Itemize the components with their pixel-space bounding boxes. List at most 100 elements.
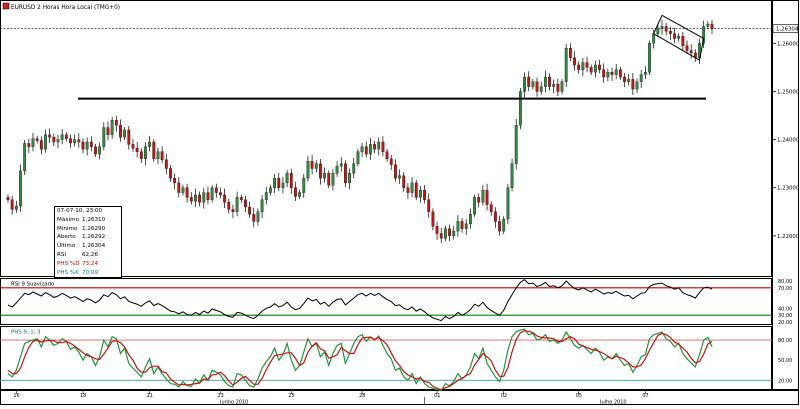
- candle-body: [52, 137, 56, 143]
- candle-body: [344, 163, 347, 184]
- info-row-open: Aberto 1,26292: [57, 234, 106, 241]
- candle-body: [627, 79, 631, 82]
- candle-body: [198, 194, 202, 203]
- candle-body: [123, 129, 127, 138]
- candle-body: [85, 141, 89, 150]
- candle-body: [260, 199, 264, 212]
- price-tick-label: 1,25000: [777, 89, 800, 95]
- candle-body: [681, 35, 685, 46]
- candle-body: [6, 197, 10, 200]
- candle-body: [364, 146, 368, 155]
- candle-body: [419, 189, 422, 198]
- candle-body: [73, 139, 77, 144]
- month-label: Julho 2010: [599, 400, 627, 406]
- candle-body: [244, 199, 247, 208]
- candle-body: [177, 182, 181, 193]
- candle-body: [502, 218, 506, 232]
- candle-body: [289, 173, 293, 188]
- candle-body: [527, 76, 531, 87]
- flag-icon: [2, 2, 10, 10]
- candle-body: [460, 221, 464, 229]
- candle-body: [302, 177, 306, 193]
- candle-body: [443, 228, 447, 239]
- candle-body: [189, 197, 193, 202]
- candle-body: [614, 69, 618, 75]
- candle-body: [535, 81, 539, 92]
- candle-body: [406, 187, 410, 193]
- candle-body: [194, 194, 197, 202]
- candle-body: [164, 159, 168, 169]
- candle-body: [131, 144, 135, 149]
- candle-body: [652, 33, 656, 44]
- price-tick-label: 1,23000: [777, 186, 800, 192]
- stoch-tick-label: 50,00: [778, 358, 792, 364]
- candle-body: [381, 141, 385, 152]
- candle-body: [464, 223, 468, 229]
- rsi-tick-label: 20,00: [778, 320, 792, 326]
- candle-body: [219, 192, 222, 196]
- candle-body: [414, 182, 418, 198]
- candle-body: [48, 134, 52, 138]
- stoch-tick-label: 20,00: [778, 378, 792, 384]
- candle-body: [589, 67, 593, 73]
- candle-body: [473, 197, 476, 215]
- candle-body: [427, 199, 431, 212]
- candle-body: [602, 69, 606, 78]
- candle-body: [477, 197, 481, 203]
- candle-body: [635, 81, 639, 90]
- time-day-label: 21: [147, 393, 153, 399]
- candle-body: [135, 148, 139, 152]
- chart-svg: EURUSD 2 Horas Hora Local (TMG+0) 1,2600…: [0, 0, 800, 406]
- candle-body: [89, 141, 93, 147]
- candle-body: [106, 127, 110, 135]
- candle-body: [264, 192, 268, 200]
- candle-body: [677, 35, 681, 39]
- rsi-tick-label: 40,00: [778, 306, 792, 312]
- candle-body: [668, 31, 672, 34]
- candle-body: [10, 199, 14, 210]
- candle-body: [623, 76, 626, 82]
- price-tick-label: 1,24000: [777, 138, 800, 144]
- candle-body: [119, 124, 122, 138]
- candle-body: [618, 69, 622, 78]
- candle-body: [81, 141, 85, 150]
- candle-body: [689, 50, 693, 54]
- candle-body: [593, 64, 597, 73]
- candle-body: [673, 33, 676, 39]
- candle-body: [281, 182, 285, 188]
- candle-body: [610, 72, 614, 75]
- candle-body: [60, 134, 64, 140]
- candle-body: [468, 214, 472, 225]
- time-day-label: 23: [217, 393, 223, 399]
- info-row-rsi: RSI 62,26: [57, 251, 99, 258]
- candle-body: [706, 23, 710, 27]
- price-axis-panel: [772, 0, 799, 390]
- candle-body: [452, 230, 456, 237]
- candle-body: [31, 138, 35, 147]
- candle-body: [448, 228, 451, 237]
- candle-body: [181, 187, 185, 193]
- candle-body: [435, 226, 439, 234]
- candle-body: [235, 197, 239, 212]
- candle-body: [64, 134, 68, 139]
- candle-body: [402, 175, 406, 188]
- candle-body: [439, 233, 443, 239]
- time-day-label: 02: [501, 393, 507, 399]
- candle-body: [581, 62, 585, 70]
- candle-body: [664, 26, 668, 32]
- time-day-label: 25: [288, 393, 294, 399]
- rsi-tick-label: 70,00: [778, 286, 792, 292]
- candle-body: [431, 211, 435, 227]
- candle-body: [110, 120, 114, 135]
- candle-body: [493, 211, 497, 222]
- candle-body: [660, 26, 664, 30]
- time-day-label: 28: [359, 393, 365, 399]
- month-label: Junho 2010: [219, 400, 248, 406]
- candle-body: [102, 127, 106, 147]
- candle-body: [256, 211, 260, 222]
- candle-body: [394, 164, 397, 179]
- candle-body: [39, 140, 43, 150]
- candle-body: [548, 76, 551, 87]
- candle-body: [269, 187, 272, 193]
- time-day-label: 18: [80, 393, 86, 399]
